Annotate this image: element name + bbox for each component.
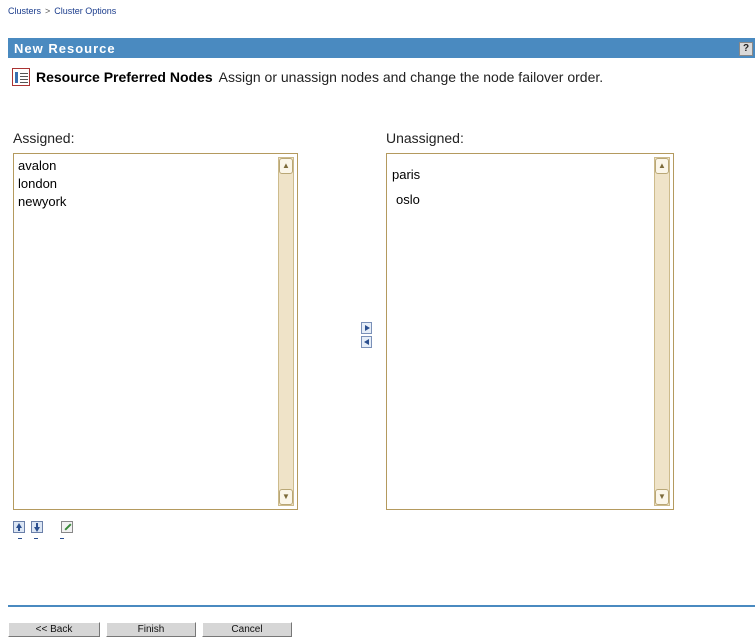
breadcrumb-cluster-options[interactable]: Cluster Options [54, 6, 116, 16]
list-item[interactable]: avalon [18, 157, 66, 175]
scroll-down-icon[interactable]: ▼ [279, 489, 293, 505]
move-up-icon[interactable] [13, 521, 25, 533]
cancel-button[interactable]: Cancel [202, 622, 292, 637]
move-down-icon[interactable] [31, 521, 43, 533]
list-item[interactable]: newyork [18, 193, 66, 211]
list-item[interactable]: paris [392, 162, 420, 187]
unassigned-listbox[interactable]: paris oslo ▲ ▼ [386, 153, 674, 510]
scroll-down-icon[interactable]: ▼ [655, 489, 669, 505]
page-title-bar: New Resource ? [8, 38, 755, 58]
assigned-scrollbar[interactable]: ▲ ▼ [278, 157, 294, 506]
section-header: Resource Preferred Nodes Assign or unass… [12, 66, 603, 88]
assigned-label: Assigned: [13, 130, 75, 146]
section-description: Assign or unassign nodes and change the … [218, 69, 604, 85]
footer-divider [8, 605, 755, 607]
order-underlines [18, 538, 66, 539]
help-icon[interactable]: ? [739, 42, 753, 56]
section-title: Resource Preferred Nodes [36, 69, 213, 85]
scroll-up-icon[interactable]: ▲ [655, 158, 669, 174]
list-item[interactable]: london [18, 175, 66, 193]
page-title: New Resource [14, 40, 116, 56]
footer-buttons: << Back Finish Cancel [8, 622, 292, 637]
move-to-assigned-button[interactable] [361, 336, 372, 348]
preferred-nodes-icon [12, 68, 30, 86]
unassigned-scrollbar[interactable]: ▲ ▼ [654, 157, 670, 506]
breadcrumb: Clusters > Cluster Options [8, 4, 116, 18]
unassigned-items: paris oslo [392, 162, 420, 212]
back-button[interactable]: << Back [8, 622, 100, 637]
move-to-unassigned-button[interactable] [361, 322, 372, 334]
breadcrumb-clusters[interactable]: Clusters [8, 6, 41, 16]
scroll-up-icon[interactable]: ▲ [279, 158, 293, 174]
edit-icon[interactable] [61, 521, 73, 533]
assigned-listbox[interactable]: avalon london newyork ▲ ▼ [13, 153, 298, 510]
finish-button[interactable]: Finish [106, 622, 196, 637]
assigned-items: avalon london newyork [18, 157, 66, 211]
arrow-left-icon [364, 339, 369, 345]
unassigned-label: Unassigned: [386, 130, 464, 146]
breadcrumb-separator: > [45, 6, 51, 16]
list-item[interactable]: oslo [392, 187, 420, 212]
order-buttons [13, 521, 73, 533]
move-buttons [361, 322, 373, 350]
arrow-right-icon [365, 325, 370, 331]
